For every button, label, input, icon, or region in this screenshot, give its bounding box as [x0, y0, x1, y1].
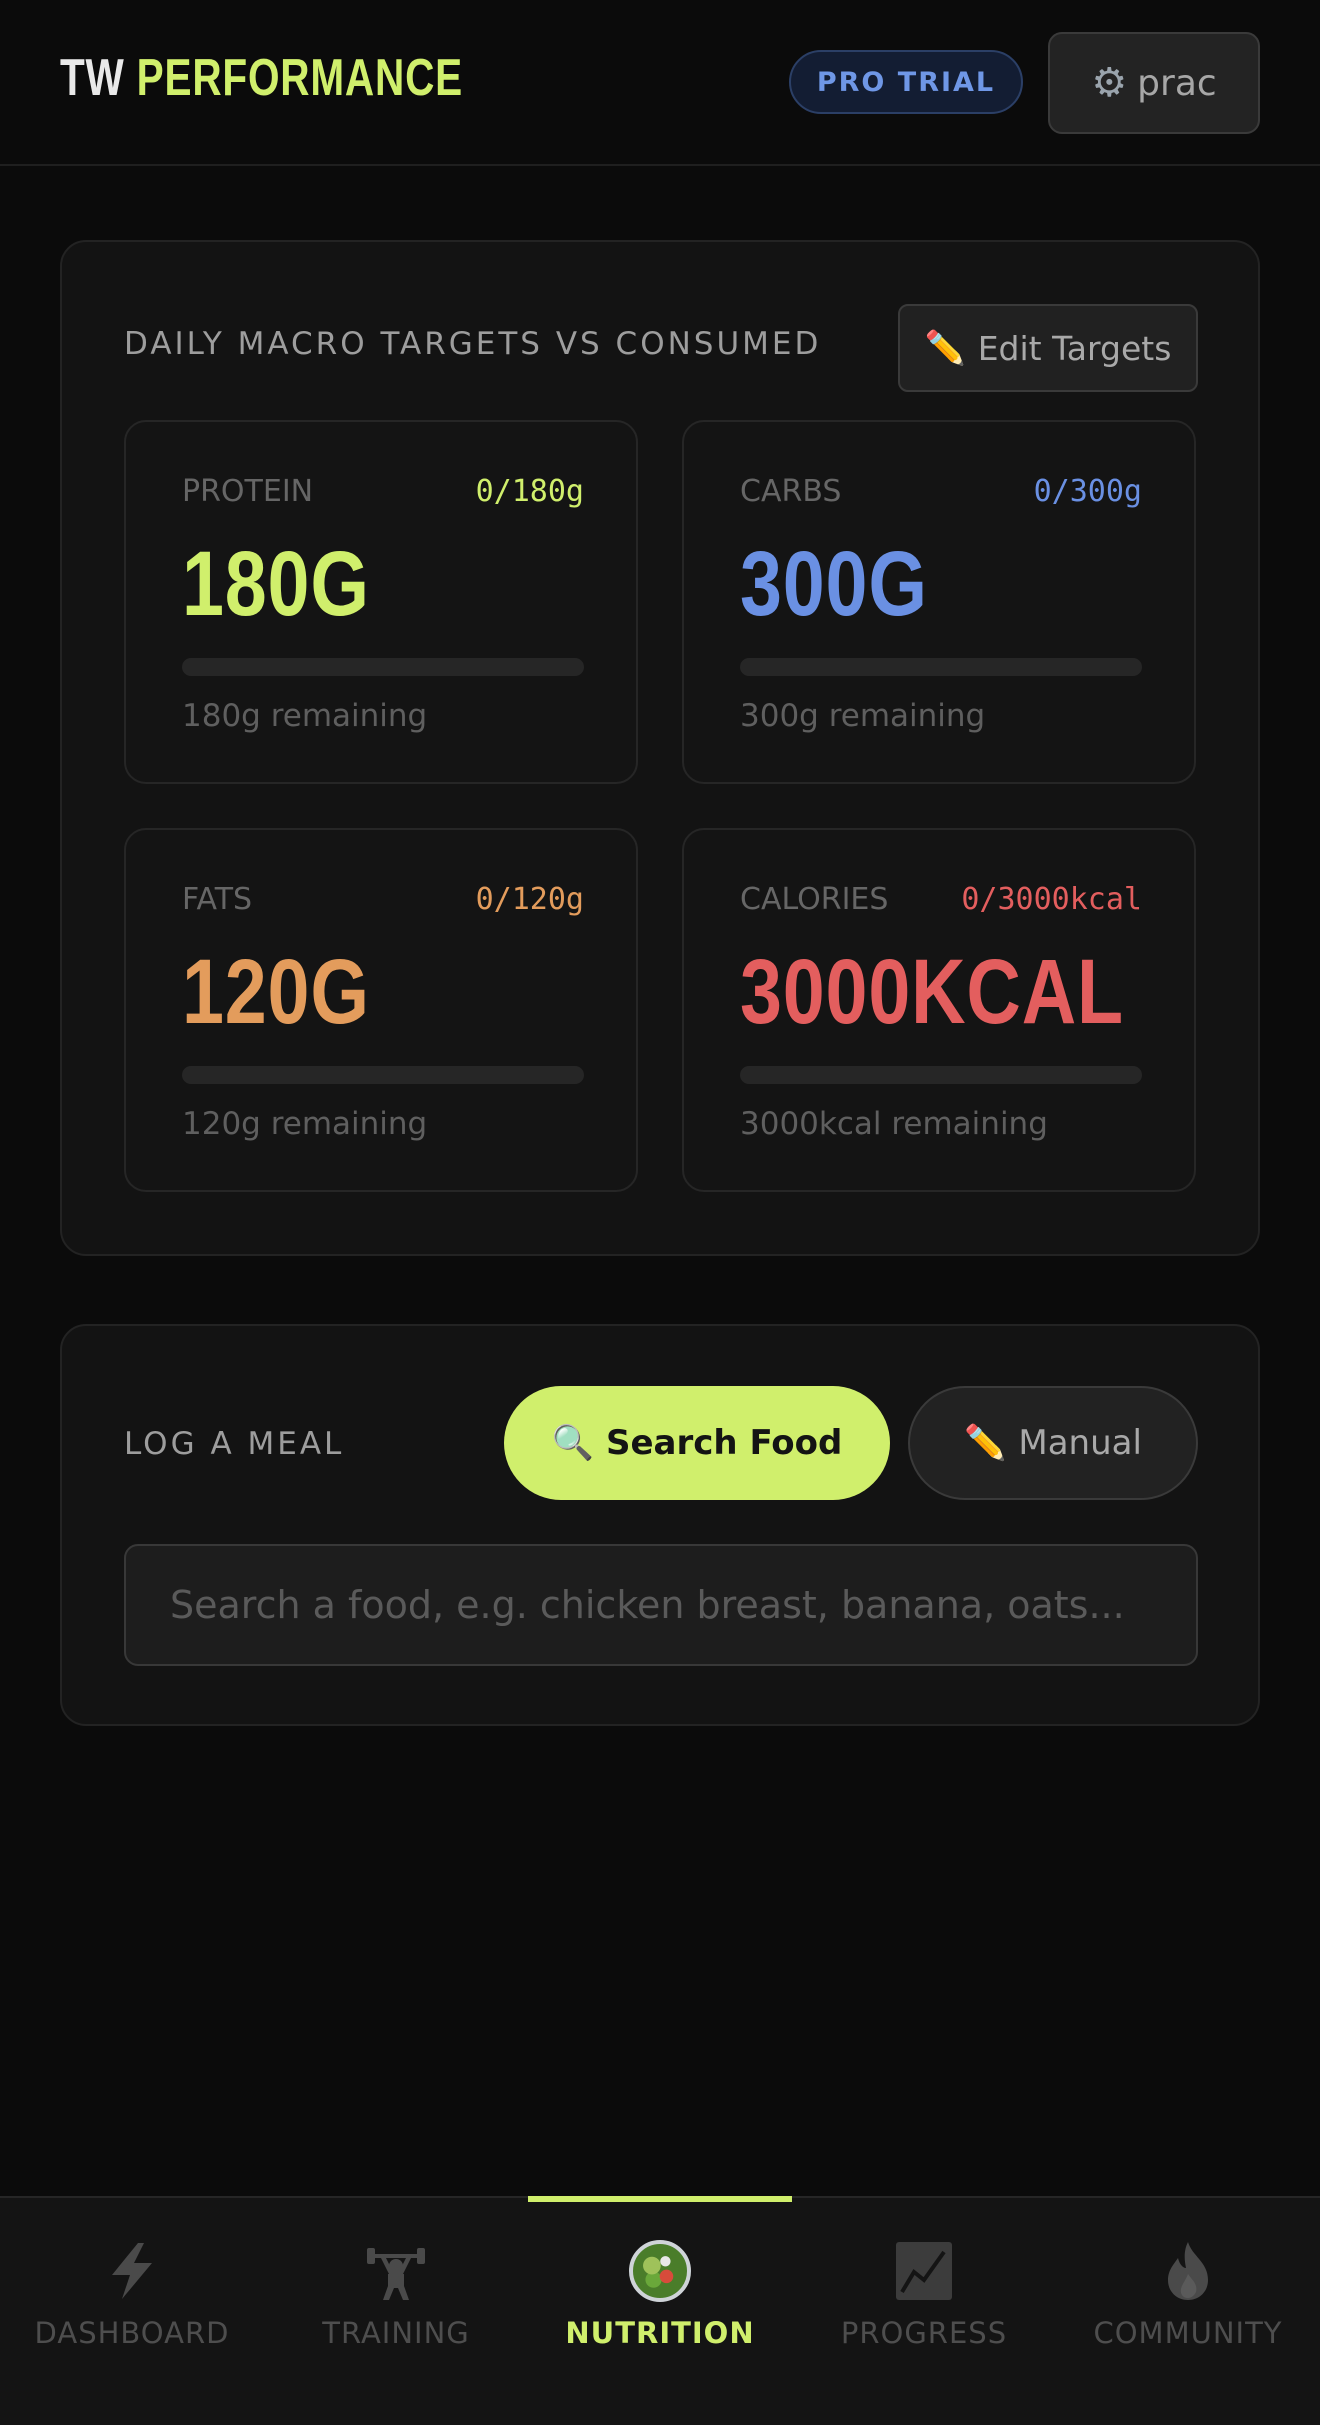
pencil-icon: ✏️: [924, 328, 966, 367]
manual-entry-button[interactable]: ✏️ Manual: [908, 1386, 1198, 1500]
gear-icon: ⚙: [1091, 60, 1128, 106]
brand-logo[interactable]: TW PERFORMANCE: [60, 48, 463, 108]
bottom-nav: DASHBOARD TRAINING NUTRITION PROGRESS CO…: [0, 2196, 1320, 2425]
food-search-input[interactable]: [124, 1544, 1198, 1666]
edit-targets-label: Edit Targets: [977, 328, 1172, 368]
manual-label: Manual: [1018, 1423, 1142, 1463]
macro-card-carbs: CARBS 0/300g 300G 300g remaining: [682, 420, 1196, 784]
macro-card-fats: FATS 0/120g 120G 120g remaining: [124, 828, 638, 1192]
macro-progress-bar: [182, 658, 584, 676]
macro-progress-bar: [740, 658, 1142, 676]
pencil-icon: ✏️: [964, 1423, 1007, 1463]
macro-progress-bar: [182, 1066, 584, 1084]
macro-label: FATS: [182, 882, 253, 917]
app-header: TW PERFORMANCE PRO TRIAL ⚙ prac: [0, 0, 1320, 166]
nav-item-training[interactable]: TRAINING: [264, 2198, 528, 2425]
user-settings-button[interactable]: ⚙ prac: [1048, 32, 1260, 134]
nav-item-progress[interactable]: PROGRESS: [792, 2198, 1056, 2425]
nav-label: NUTRITION: [565, 2316, 755, 2350]
macro-card-protein: PROTEIN 0/180g 180G 180g remaining: [124, 420, 638, 784]
macro-ratio: 0/120g: [475, 882, 584, 917]
log-meal-panel: LOG A MEAL 🔍 Search Food ✏️ Manual: [60, 1324, 1260, 1726]
log-meal-title: LOG A MEAL: [124, 1426, 345, 1462]
weightlifter-icon: [363, 2238, 429, 2304]
salad-icon: [627, 2238, 693, 2304]
brand-word-1: TW: [60, 49, 125, 107]
nav-label: TRAINING: [322, 2316, 470, 2350]
macro-targets-title: DAILY MACRO TARGETS VS CONSUMED: [124, 326, 822, 362]
macro-remaining: 3000kcal remaining: [740, 1106, 1048, 1142]
macro-target-value: 180G: [182, 533, 370, 635]
fire-icon: [1155, 2238, 1221, 2304]
user-name: prac: [1137, 62, 1217, 104]
search-food-label: Search Food: [605, 1423, 843, 1463]
macro-ratio: 0/3000kcal: [961, 882, 1142, 917]
macro-card-calories: CALORIES 0/3000kcal 3000KCAL 3000kcal re…: [682, 828, 1196, 1192]
search-food-button[interactable]: 🔍 Search Food: [504, 1386, 890, 1500]
nav-label: PROGRESS: [840, 2316, 1008, 2350]
macro-target-value: 3000KCAL: [740, 941, 1124, 1043]
nav-item-dashboard[interactable]: DASHBOARD: [0, 2198, 264, 2425]
magnifier-icon: 🔍: [551, 1423, 594, 1463]
nav-label: DASHBOARD: [34, 2316, 230, 2350]
nav-label: COMMUNITY: [1093, 2316, 1283, 2350]
pro-trial-badge: PRO TRIAL: [789, 50, 1023, 114]
lightning-icon: [99, 2238, 165, 2304]
macro-remaining: 300g remaining: [740, 698, 986, 734]
brand-word-2: PERFORMANCE: [136, 49, 463, 107]
macro-ratio: 0/300g: [1033, 474, 1142, 509]
macro-remaining: 180g remaining: [182, 698, 428, 734]
macro-label: CARBS: [740, 474, 842, 509]
macro-ratio: 0/180g: [475, 474, 584, 509]
macro-target-value: 120G: [182, 941, 370, 1043]
macro-target-value: 300G: [740, 533, 928, 635]
nav-item-nutrition[interactable]: NUTRITION: [528, 2196, 792, 2425]
macro-remaining: 120g remaining: [182, 1106, 428, 1142]
nav-item-community[interactable]: COMMUNITY: [1056, 2198, 1320, 2425]
macro-label: PROTEIN: [182, 474, 314, 509]
macro-progress-bar: [740, 1066, 1142, 1084]
macro-targets-panel: DAILY MACRO TARGETS VS CONSUMED ✏️ Edit …: [60, 240, 1260, 1256]
edit-targets-button[interactable]: ✏️ Edit Targets: [898, 304, 1198, 392]
macro-label: CALORIES: [740, 882, 889, 917]
chart-icon: [891, 2238, 957, 2304]
